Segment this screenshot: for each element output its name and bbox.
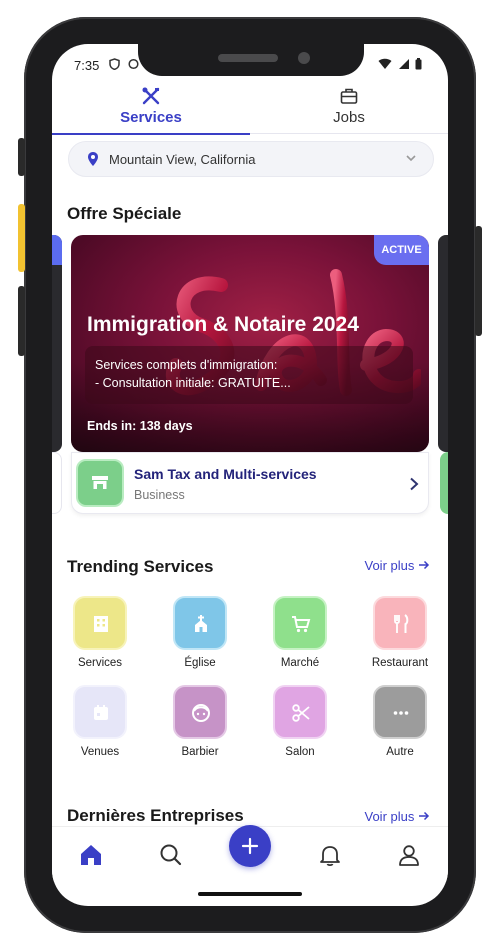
cart-icon <box>292 616 311 633</box>
arrow-right-icon <box>419 811 430 821</box>
service-item-autre[interactable]: Autre <box>352 685 448 758</box>
briefcase-icon <box>340 88 358 104</box>
business-card[interactable]: Sam Tax and Multi-services Business <box>71 452 429 514</box>
phone-side-button <box>475 226 482 336</box>
location-pin-icon <box>88 152 98 166</box>
service-item-salon[interactable]: Salon <box>252 685 348 758</box>
tab-label: Jobs <box>333 109 365 126</box>
phone-side-button <box>18 138 25 176</box>
wifi-icon <box>378 58 392 69</box>
calendar-icon <box>94 705 108 720</box>
top-tabs: Services Jobs <box>52 84 448 135</box>
sync-status-icon <box>128 58 139 73</box>
shield-status-icon <box>109 58 120 73</box>
business-name: Sam Tax and Multi-services <box>134 466 317 482</box>
offer-card-next[interactable] <box>438 235 448 452</box>
phone-notch <box>138 44 364 76</box>
tab-label: Services <box>120 109 182 126</box>
service-label: Salon <box>285 746 315 758</box>
service-label: Barbier <box>181 746 219 758</box>
service-icon-tile <box>273 596 327 650</box>
status-right <box>378 58 422 73</box>
home-icon[interactable] <box>78 842 104 868</box>
see-more-label: Voir plus <box>364 809 415 824</box>
church-icon <box>195 615 207 632</box>
status-time: 7:35 <box>74 58 100 73</box>
offer-description-line: Services complets d'immigration: <box>95 358 278 372</box>
search-icon[interactable] <box>158 842 184 868</box>
service-icon-tile <box>373 596 427 650</box>
section-title-trending: Trending Services <box>67 557 214 576</box>
signal-icon <box>398 59 409 69</box>
section-title-offers: Offre Spéciale <box>67 204 182 223</box>
notch-camera <box>298 52 310 64</box>
bell-icon[interactable] <box>317 842 343 868</box>
tab-services[interactable]: Services <box>52 84 250 135</box>
service-icon-tile <box>73 596 127 650</box>
battery-icon <box>415 58 422 70</box>
tab-jobs[interactable]: Jobs <box>250 84 448 134</box>
service-icon-tile <box>373 685 427 739</box>
chevron-right-icon <box>410 477 419 491</box>
section-title-latest: Dernières Entreprises <box>67 806 244 825</box>
service-icon-tile <box>273 685 327 739</box>
offer-description: Services complets d'immigration: - Consu… <box>85 346 413 404</box>
phone-side-button <box>18 204 25 272</box>
service-item-services[interactable]: Services <box>52 596 148 669</box>
service-label: Restaurant <box>371 657 429 669</box>
add-button[interactable] <box>229 825 271 867</box>
service-item-restaurant[interactable]: Restaurant <box>352 596 448 669</box>
service-label: Autre <box>386 746 414 758</box>
service-label: Venues <box>80 746 120 758</box>
service-item-marche[interactable]: Marché <box>252 596 348 669</box>
business-card-next[interactable] <box>440 452 448 514</box>
phone-side-button <box>18 286 25 356</box>
active-tab-indicator <box>52 133 250 135</box>
offer-card-previous-badge <box>52 235 62 265</box>
face-icon <box>192 704 210 722</box>
service-icon-tile <box>173 596 227 650</box>
business-type: Business <box>134 488 185 502</box>
app-screen: 7:35 Services Jobs Mountain View, Califo… <box>52 44 448 906</box>
fork-knife-icon <box>394 614 409 633</box>
trending-see-more-link[interactable]: Voir plus <box>365 558 431 573</box>
see-more-label: Voir plus <box>364 558 415 573</box>
service-item-barbier[interactable]: Barbier <box>152 685 248 758</box>
arrow-right-icon <box>419 560 430 570</box>
service-item-venues[interactable]: Venues <box>52 685 148 758</box>
offer-countdown: Ends in: 138 days <box>87 419 193 433</box>
service-label: Marché <box>280 657 320 669</box>
offer-title: Immigration & Notaire 2024 <box>87 313 359 336</box>
building-icon <box>94 616 108 632</box>
business-card-previous[interactable] <box>52 452 62 514</box>
business-avatar <box>76 459 124 507</box>
status-badge: ACTIVE <box>374 235 429 265</box>
chevron-down-icon <box>406 155 416 162</box>
service-icon-tile <box>173 685 227 739</box>
latest-see-more-link[interactable]: Voir plus <box>365 809 431 824</box>
profile-icon[interactable] <box>396 842 422 868</box>
service-label: Services <box>77 657 123 669</box>
offer-description-line: - Consultation initiale: GRATUITE... <box>95 376 291 390</box>
plus-icon <box>241 837 259 855</box>
location-text: Mountain View, California <box>109 152 256 167</box>
service-label: Église <box>184 657 216 669</box>
more-dots-icon <box>393 711 409 715</box>
notch-speaker <box>218 54 278 62</box>
offer-card[interactable]: ACTIVE Immigration & Notaire 2024 Servic… <box>71 235 429 452</box>
service-item-eglise[interactable]: Église <box>152 596 248 669</box>
location-selector[interactable]: Mountain View, California <box>68 141 434 177</box>
scissors-icon <box>292 704 310 722</box>
tools-icon <box>142 87 160 105</box>
store-icon <box>92 476 108 489</box>
home-indicator <box>198 892 302 896</box>
service-icon-tile <box>73 685 127 739</box>
offer-card-previous[interactable] <box>52 235 62 452</box>
